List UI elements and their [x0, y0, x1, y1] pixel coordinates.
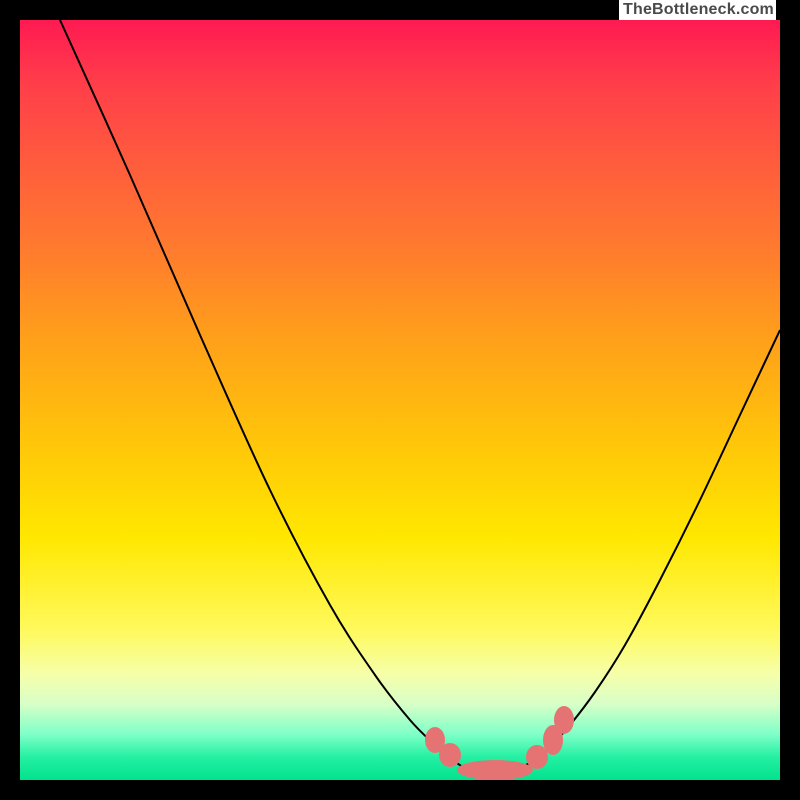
- marker-group: [425, 706, 574, 780]
- right-dot-3: [554, 706, 574, 734]
- right-dot-1: [526, 745, 548, 769]
- chart-plot-area: [20, 20, 780, 780]
- chart-frame: TheBottleneck.com: [0, 0, 800, 800]
- floor-pill: [457, 760, 533, 780]
- left-dot-2: [439, 743, 461, 767]
- chart-svg: [20, 20, 780, 780]
- watermark-label: TheBottleneck.com: [619, 0, 776, 20]
- bottleneck-curve: [60, 20, 780, 773]
